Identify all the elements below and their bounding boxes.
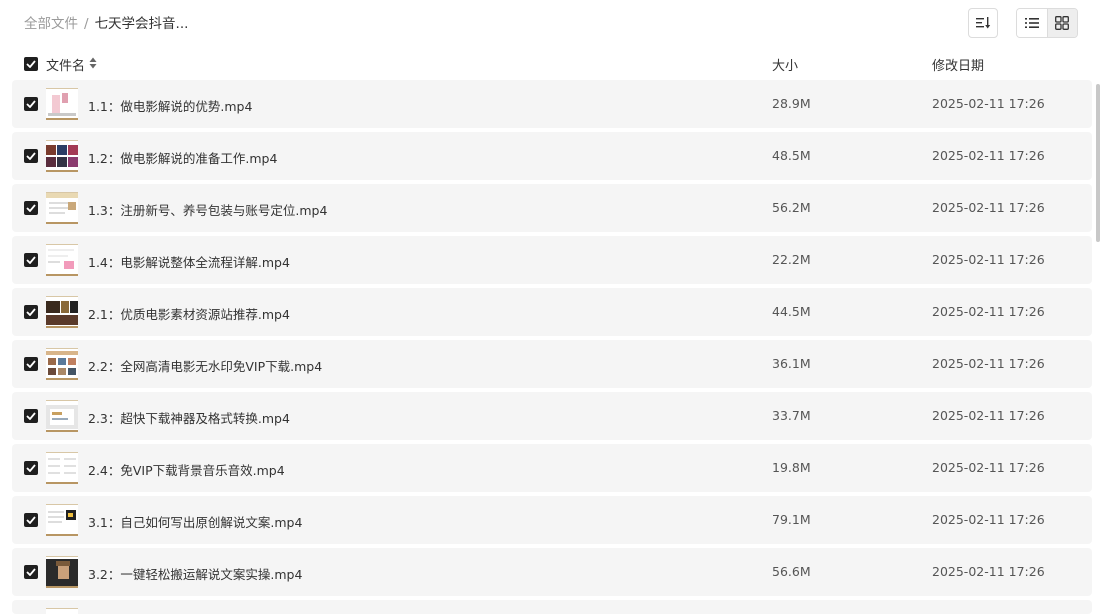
list-view-button[interactable]: [1017, 9, 1047, 37]
video-thumbnail: [46, 192, 78, 224]
checkmark-icon: [26, 308, 36, 316]
video-thumbnail: [46, 504, 78, 536]
file-size: 19.8M: [772, 460, 811, 475]
row-checkbox[interactable]: [24, 305, 38, 319]
grid-view-button[interactable]: [1046, 9, 1077, 37]
file-row[interactable]: 3.1：自己如何写出原创解说文案.mp4 79.1M 2025-02-11 17:2…: [12, 496, 1092, 544]
checkmark-icon: [26, 204, 36, 212]
checkmark-icon: [26, 60, 36, 68]
video-thumbnail: [46, 452, 78, 484]
video-thumbnail: [46, 88, 78, 120]
file-name[interactable]: 2.3：超快下载神器及格式转换.mp4: [88, 408, 290, 427]
file-size: 28.9M: [772, 96, 811, 111]
video-thumbnail: [46, 608, 78, 614]
file-row[interactable]: 3.2：一键轻松搬运解说文案实操.mp4 56.6M 2025-02-11 17:2…: [12, 548, 1092, 596]
file-row-partial[interactable]: [12, 600, 1092, 614]
checkmark-icon: [26, 256, 36, 264]
file-name[interactable]: 1.3：注册新号、养号包装与账号定位.mp4: [88, 200, 327, 219]
file-row[interactable]: 1.3：注册新号、养号包装与账号定位.mp4 56.2M 2025-02-11 17…: [12, 184, 1092, 232]
file-row[interactable]: 1.1：做电影解说的优势.mp4 28.9M 2025-02-11 17:26: [12, 80, 1092, 128]
breadcrumb-separator: /: [84, 16, 89, 32]
file-name[interactable]: 3.1：自己如何写出原创解说文案.mp4: [88, 512, 302, 531]
video-thumbnail: [46, 244, 78, 276]
file-size: 56.2M: [772, 200, 811, 215]
select-all-checkbox[interactable]: [24, 57, 38, 71]
checkmark-icon: [26, 360, 36, 368]
file-modified-date: 2025-02-11 17:26: [932, 512, 1045, 527]
checkmark-icon: [26, 516, 36, 524]
file-list-header: 文件名 大小 修改日期: [0, 52, 1102, 76]
file-size: 22.2M: [772, 252, 811, 267]
file-row[interactable]: 2.2：全网高清电影无水印免VIP下载.mp4 36.1M 2025-02-11 1…: [12, 340, 1092, 388]
file-name[interactable]: 2.2：全网高清电影无水印免VIP下载.mp4: [88, 356, 322, 375]
file-name[interactable]: 2.4：免VIP下载背景音乐音效.mp4: [88, 460, 285, 479]
sort-order-icon: [976, 17, 991, 29]
column-header-size[interactable]: 大小: [772, 55, 798, 74]
column-header-name[interactable]: 文件名: [46, 55, 85, 74]
file-modified-date: 2025-02-11 17:26: [932, 304, 1045, 319]
row-checkbox[interactable]: [24, 461, 38, 475]
view-mode-toggle: [1016, 8, 1078, 38]
video-thumbnail: [46, 140, 78, 172]
file-modified-date: 2025-02-11 17:26: [932, 460, 1045, 475]
video-thumbnail: [46, 296, 78, 328]
file-row[interactable]: 2.1：优质电影素材资源站推荐.mp4 44.5M 2025-02-11 17:26: [12, 288, 1092, 336]
grid-view-icon: [1055, 16, 1070, 30]
breadcrumb-current-folder: 七天学会抖音...: [94, 16, 189, 32]
file-modified-date: 2025-02-11 17:26: [932, 148, 1045, 163]
file-name[interactable]: 3.2：一键轻松搬运解说文案实操.mp4: [88, 564, 302, 583]
checkmark-icon: [26, 100, 36, 108]
file-modified-date: 2025-02-11 17:26: [932, 408, 1045, 423]
file-size: 44.5M: [772, 304, 811, 319]
sort-button[interactable]: [968, 8, 998, 38]
checkmark-icon: [26, 464, 36, 472]
file-modified-date: 2025-02-11 17:26: [932, 200, 1045, 215]
row-checkbox[interactable]: [24, 97, 38, 111]
file-row[interactable]: 1.2：做电影解说的准备工作.mp4 48.5M 2025-02-11 17:26: [12, 132, 1092, 180]
file-size: 33.7M: [772, 408, 811, 423]
file-modified-date: 2025-02-11 17:26: [932, 356, 1045, 371]
checkmark-icon: [26, 412, 36, 420]
breadcrumb: 全部文件 / 七天学会抖音...: [24, 14, 188, 34]
file-size: 56.6M: [772, 564, 811, 579]
file-modified-date: 2025-02-11 17:26: [932, 252, 1045, 267]
video-thumbnail: [46, 400, 78, 432]
file-name[interactable]: 1.4：电影解说整体全流程详解.mp4: [88, 252, 290, 271]
file-size: 48.5M: [772, 148, 811, 163]
scrollbar[interactable]: [1096, 84, 1100, 242]
row-checkbox[interactable]: [24, 201, 38, 215]
file-row[interactable]: 2.4：免VIP下载背景音乐音效.mp4 19.8M 2025-02-11 17:2…: [12, 444, 1092, 492]
file-row[interactable]: 1.4：电影解说整体全流程详解.mp4 22.2M 2025-02-11 17:26: [12, 236, 1092, 284]
checkmark-icon: [26, 152, 36, 160]
video-thumbnail: [46, 348, 78, 380]
file-name[interactable]: 1.2：做电影解说的准备工作.mp4: [88, 148, 277, 167]
toolbar: 全部文件 / 七天学会抖音...: [0, 0, 1102, 48]
file-size: 36.1M: [772, 356, 811, 371]
file-size: 79.1M: [772, 512, 811, 527]
file-modified-date: 2025-02-11 17:26: [932, 564, 1045, 579]
row-checkbox[interactable]: [24, 149, 38, 163]
row-checkbox[interactable]: [24, 357, 38, 371]
row-checkbox[interactable]: [24, 565, 38, 579]
file-modified-date: 2025-02-11 17:26: [932, 96, 1045, 111]
sort-toggle-icon[interactable]: [89, 57, 97, 69]
column-header-date[interactable]: 修改日期: [932, 55, 984, 74]
list-view-icon: [1024, 18, 1039, 28]
row-checkbox[interactable]: [24, 513, 38, 527]
breadcrumb-root-link[interactable]: 全部文件: [24, 16, 78, 32]
file-row[interactable]: 2.3：超快下载神器及格式转换.mp4 33.7M 2025-02-11 17:26: [12, 392, 1092, 440]
checkmark-icon: [26, 568, 36, 576]
row-checkbox[interactable]: [24, 253, 38, 267]
file-name[interactable]: 2.1：优质电影素材资源站推荐.mp4: [88, 304, 290, 323]
row-checkbox[interactable]: [24, 409, 38, 423]
video-thumbnail: [46, 556, 78, 588]
file-name[interactable]: 1.1：做电影解说的优势.mp4: [88, 96, 252, 115]
